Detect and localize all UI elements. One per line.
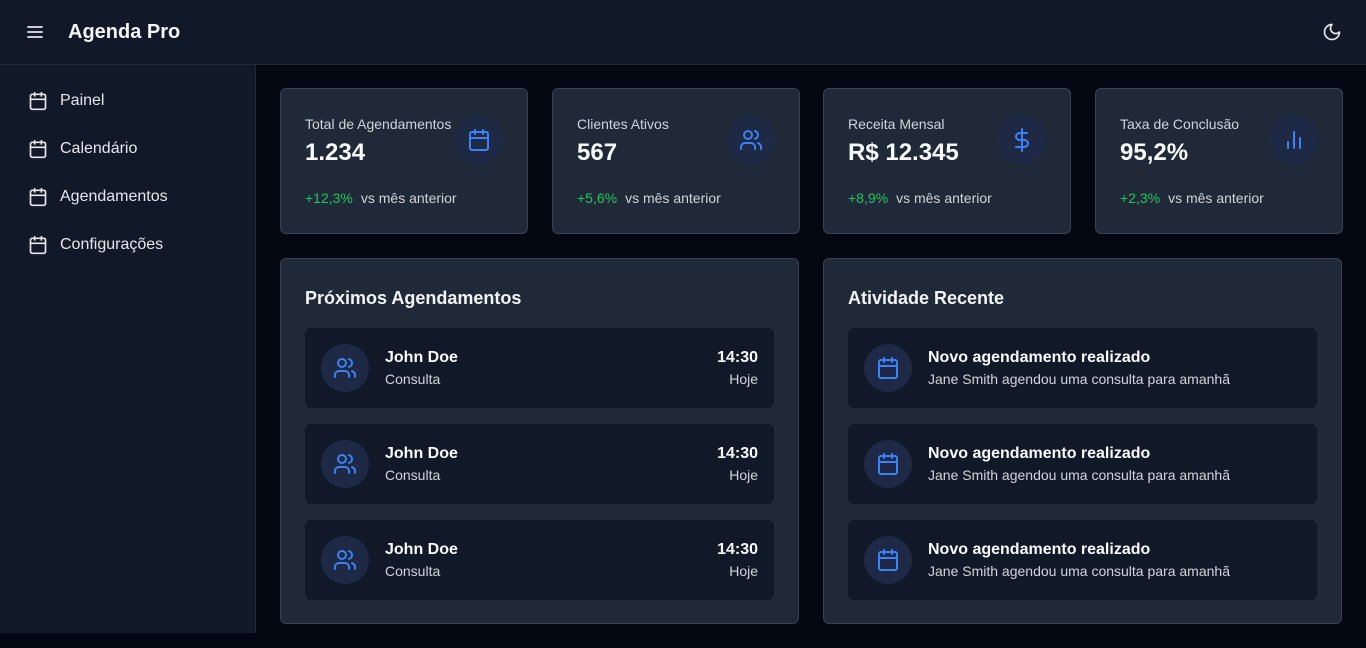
activity-detail: Jane Smith agendou uma consulta para ama… <box>928 467 1230 483</box>
stat-card-total-agendamentos: Total de Agendamentos 1.234 +12,3% vs mê… <box>280 88 528 234</box>
recent-activity-panel: Atividade Recente Novo agendamento reali… <box>823 258 1342 624</box>
activity-list: Novo agendamento realizado Jane Smith ag… <box>848 328 1317 600</box>
dollar-icon <box>998 116 1046 164</box>
activity-item[interactable]: Novo agendamento realizado Jane Smith ag… <box>848 328 1317 408</box>
appointment-item[interactable]: John Doe Consulta 14:30 Hoje <box>305 520 774 600</box>
activity-title: Novo agendamento realizado <box>928 349 1151 366</box>
main-content: Total de Agendamentos 1.234 +12,3% vs mê… <box>256 65 1366 648</box>
appointment-type: Consulta <box>385 563 441 579</box>
upcoming-appointments-panel: Próximos Agendamentos John Doe Consulta … <box>280 258 799 624</box>
client-name: John Doe <box>385 541 458 558</box>
users-icon <box>727 116 775 164</box>
appointment-type: Consulta <box>385 371 441 387</box>
client-name: John Doe <box>385 445 458 462</box>
app-title: Agenda Pro <box>68 20 181 43</box>
top-bar-left: Agenda Pro <box>26 21 180 44</box>
sidebar-item-agendamentos[interactable]: Agendamentos <box>0 173 255 221</box>
activity-detail: Jane Smith agendou uma consulta para ama… <box>928 563 1230 579</box>
appointment-when: 14:30 Hoje <box>717 349 758 387</box>
calendar-icon <box>29 91 47 111</box>
client-name: John Doe <box>385 349 458 366</box>
stat-card-clientes-ativos: Clientes Ativos 567 +5,6% vs mês anterio… <box>552 88 800 234</box>
activity-title: Novo agendamento realizado <box>928 445 1151 462</box>
calendar-icon <box>29 139 47 159</box>
stat-footer: +5,6% vs mês anterior <box>577 190 721 206</box>
panel-title: Atividade Recente <box>848 288 1005 308</box>
stat-footer: +12,3% vs mês anterior <box>305 190 457 206</box>
sidebar-item-label: Configurações <box>60 236 164 253</box>
activity-title: Novo agendamento realizado <box>928 541 1151 558</box>
calendar-icon <box>864 440 912 488</box>
users-icon <box>321 344 369 392</box>
activity-item[interactable]: Novo agendamento realizado Jane Smith ag… <box>848 520 1317 600</box>
stat-card-taxa-conclusao: Taxa de Conclusão 95,2% +2,3% vs mês ant… <box>1095 88 1343 234</box>
activity-detail: Jane Smith agendou uma consulta para ama… <box>928 371 1230 387</box>
activity-item[interactable]: Novo agendamento realizado Jane Smith ag… <box>848 424 1317 504</box>
appointment-day: Hoje <box>729 563 758 579</box>
stat-footer: +8,9% vs mês anterior <box>848 190 992 206</box>
appointment-item[interactable]: John Doe Consulta 14:30 Hoje <box>305 328 774 408</box>
moon-icon[interactable] <box>1322 22 1342 42</box>
appointment-type: Consulta <box>385 467 441 483</box>
sidebar-item-label: Painel <box>60 92 105 109</box>
appointment-day: Hoje <box>729 371 758 387</box>
appointment-time: 14:30 <box>717 541 758 558</box>
calendar-icon <box>29 187 47 207</box>
calendar-icon <box>455 116 503 164</box>
stat-change: +8,9% <box>848 190 889 206</box>
stat-change: +5,6% <box>577 190 618 206</box>
appointment-item[interactable]: John Doe Consulta 14:30 Hoje <box>305 424 774 504</box>
appointment-when: 14:30 Hoje <box>717 541 758 579</box>
bar-chart-icon <box>1270 116 1318 164</box>
appointment-time: 14:30 <box>717 445 758 462</box>
users-icon <box>321 440 369 488</box>
sidebar-item-configuracoes[interactable]: Configurações <box>0 221 255 269</box>
sidebar-item-calendario[interactable]: Calendário <box>0 125 255 173</box>
appointment-text: John Doe Consulta <box>385 349 458 387</box>
users-icon <box>321 536 369 584</box>
calendar-icon <box>864 536 912 584</box>
stat-card-receita-mensal: Receita Mensal R$ 12.345 +8,9% vs mês an… <box>823 88 1071 234</box>
stat-comparison: vs mês anterior <box>625 190 721 206</box>
appointment-text: John Doe Consulta <box>385 541 458 579</box>
activity-text: Novo agendamento realizado Jane Smith ag… <box>928 445 1230 483</box>
sidebar-item-label: Agendamentos <box>60 188 168 205</box>
appointment-time: 14:30 <box>717 349 758 366</box>
sidebar: Painel Calendário Agendamentos Configura… <box>0 65 256 633</box>
calendar-icon <box>864 344 912 392</box>
calendar-icon <box>29 235 47 255</box>
stat-footer: +2,3% vs mês anterior <box>1120 190 1264 206</box>
stat-comparison: vs mês anterior <box>896 190 992 206</box>
activity-text: Novo agendamento realizado Jane Smith ag… <box>928 349 1230 387</box>
stat-change: +12,3% <box>305 190 353 206</box>
activity-text: Novo agendamento realizado Jane Smith ag… <box>928 541 1230 579</box>
appointment-when: 14:30 Hoje <box>717 445 758 483</box>
top-bar: Agenda Pro <box>0 0 1366 65</box>
appointment-text: John Doe Consulta <box>385 445 458 483</box>
stat-comparison: vs mês anterior <box>360 190 457 206</box>
sidebar-item-painel[interactable]: Painel <box>0 77 255 125</box>
menu-icon[interactable] <box>26 23 44 41</box>
sidebar-item-label: Calendário <box>60 140 138 157</box>
panel-title: Próximos Agendamentos <box>305 288 522 308</box>
stat-change: +2,3% <box>1120 190 1161 206</box>
appointment-list: John Doe Consulta 14:30 Hoje John Doe Co… <box>305 328 774 600</box>
appointment-day: Hoje <box>729 467 758 483</box>
stat-comparison: vs mês anterior <box>1168 190 1264 206</box>
